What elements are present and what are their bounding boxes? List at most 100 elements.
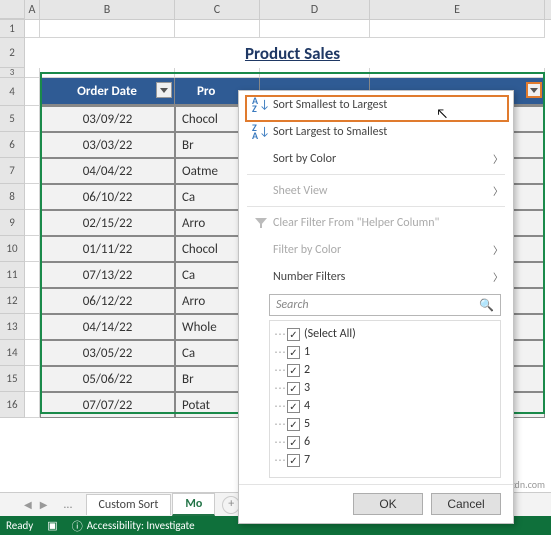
chevron-right-icon: 〉 <box>493 183 503 198</box>
row-number[interactable]: 4 <box>0 78 25 106</box>
filter-option[interactable]: ⋯4 <box>274 397 496 415</box>
row-number[interactable]: 9 <box>0 210 25 236</box>
checkbox-icon[interactable] <box>287 328 300 341</box>
filter-option[interactable]: ⋯5 <box>274 415 496 433</box>
cell[interactable] <box>175 20 260 38</box>
row-number[interactable]: 10 <box>0 236 25 262</box>
cell-order-date[interactable]: 03/05/22 <box>40 340 175 366</box>
cell-order-date[interactable]: 04/14/22 <box>40 314 175 340</box>
cell[interactable] <box>175 68 260 78</box>
cell[interactable] <box>25 158 40 184</box>
sort-by-color[interactable]: Sort by Color 〉 <box>239 145 513 172</box>
cell[interactable] <box>370 20 545 38</box>
cell[interactable] <box>25 38 40 68</box>
row-number[interactable]: 6 <box>0 132 25 158</box>
row-number[interactable]: 16 <box>0 392 25 418</box>
filter-values-list[interactable]: ⋯(Select All) ⋯1⋯2⋯3⋯4⋯5⋯6⋯7 <box>269 320 501 478</box>
cell[interactable] <box>25 132 40 158</box>
filter-button[interactable] <box>156 82 172 98</box>
tab-custom-sort[interactable]: Custom Sort <box>86 494 172 515</box>
row-number[interactable]: 11 <box>0 262 25 288</box>
checkbox-icon[interactable] <box>287 454 300 467</box>
chevron-right-icon: 〉 <box>493 151 503 166</box>
row-number[interactable]: 5 <box>0 106 25 132</box>
cell[interactable] <box>25 288 40 314</box>
cell[interactable] <box>25 184 40 210</box>
cell-order-date[interactable]: 06/10/22 <box>40 184 175 210</box>
row-number[interactable]: 7 <box>0 158 25 184</box>
filter-option[interactable]: ⋯7 <box>274 451 496 469</box>
col-header-d[interactable]: D <box>260 0 370 19</box>
row-number[interactable]: 8 <box>0 184 25 210</box>
cell-order-date[interactable]: 02/15/22 <box>40 210 175 236</box>
tab-nav-prev-icon[interactable]: ◀ <box>24 498 32 511</box>
header-order-date[interactable]: Order Date <box>40 78 175 106</box>
cell[interactable] <box>25 340 40 366</box>
cell-order-date[interactable]: 05/06/22 <box>40 366 175 392</box>
cell[interactable] <box>40 20 175 38</box>
select-all-corner[interactable] <box>0 0 25 19</box>
sort-descending[interactable]: Z A↓ Sort Largest to Smallest <box>239 118 513 145</box>
tab-overflow[interactable]: ... <box>51 495 84 515</box>
filter-option[interactable]: ⋯6 <box>274 433 496 451</box>
cell[interactable] <box>25 210 40 236</box>
cell[interactable] <box>25 314 40 340</box>
number-filters[interactable]: Number Filters 〉 <box>239 263 513 290</box>
funnel-clear-icon <box>249 218 273 228</box>
page-title: Product Sales <box>245 43 340 64</box>
cell-order-date[interactable]: 07/07/22 <box>40 392 175 418</box>
cell[interactable] <box>25 262 40 288</box>
cell[interactable] <box>25 392 40 418</box>
cell[interactable] <box>25 20 40 38</box>
col-header-b[interactable]: B <box>40 0 175 19</box>
cell[interactable] <box>260 68 370 78</box>
cell-order-date[interactable]: 06/12/22 <box>40 288 175 314</box>
checkbox-icon[interactable] <box>287 436 300 449</box>
cell[interactable] <box>25 78 40 106</box>
filter-option[interactable]: ⋯3 <box>274 379 496 397</box>
checkbox-icon[interactable] <box>287 364 300 377</box>
tab-nav-next-icon[interactable]: ▶ <box>40 498 48 511</box>
status-ready: Ready <box>6 519 33 532</box>
cell[interactable] <box>25 236 40 262</box>
ok-button[interactable]: OK <box>353 493 423 515</box>
col-header-a[interactable]: A <box>25 0 40 19</box>
row-number[interactable]: 3 <box>0 68 25 78</box>
cell-order-date[interactable]: 03/09/22 <box>40 106 175 132</box>
cell[interactable] <box>25 366 40 392</box>
filter-option[interactable]: ⋯2 <box>274 361 496 379</box>
cell[interactable] <box>40 68 175 78</box>
macro-record-icon[interactable]: ▣ <box>47 519 57 532</box>
cell-order-date[interactable]: 04/04/22 <box>40 158 175 184</box>
title-cell[interactable]: Product Sales <box>40 38 545 68</box>
sort-ascending[interactable]: A Z↓ Sort Smallest to Largest <box>239 91 513 118</box>
cell[interactable] <box>25 68 40 78</box>
row-number[interactable]: 13 <box>0 314 25 340</box>
cell[interactable] <box>25 106 40 132</box>
cell-order-date[interactable]: 01/11/22 <box>40 236 175 262</box>
cell-order-date[interactable]: 07/13/22 <box>40 262 175 288</box>
cell[interactable] <box>370 68 545 78</box>
cell[interactable] <box>260 20 370 38</box>
col-header-e[interactable]: E <box>370 0 545 19</box>
row-number[interactable]: 1 <box>0 20 25 38</box>
row-number[interactable]: 2 <box>0 38 25 68</box>
filter-select-all[interactable]: ⋯(Select All) <box>274 325 496 343</box>
checkbox-icon[interactable] <box>287 382 300 395</box>
status-accessibility[interactable]: ⓘAccessibility: Investigate <box>72 518 195 534</box>
cancel-button[interactable]: Cancel <box>431 493 501 515</box>
cell-order-date[interactable]: 03/03/22 <box>40 132 175 158</box>
clear-filter: Clear Filter From "Helper Column" <box>239 209 513 236</box>
filter-search-input[interactable]: Search 🔍 <box>269 294 501 316</box>
filter-button-active[interactable] <box>526 82 542 98</box>
row-number[interactable]: 15 <box>0 366 25 392</box>
checkbox-icon[interactable] <box>287 346 300 359</box>
row-number[interactable]: 12 <box>0 288 25 314</box>
checkbox-icon[interactable] <box>287 418 300 431</box>
tab-active[interactable]: Mo <box>172 493 215 516</box>
col-header-c[interactable]: C <box>175 0 260 19</box>
checkbox-icon[interactable] <box>287 400 300 413</box>
row-number[interactable]: 14 <box>0 340 25 366</box>
filter-option[interactable]: ⋯1 <box>274 343 496 361</box>
sort-za-icon: Z A↓ <box>249 124 273 140</box>
